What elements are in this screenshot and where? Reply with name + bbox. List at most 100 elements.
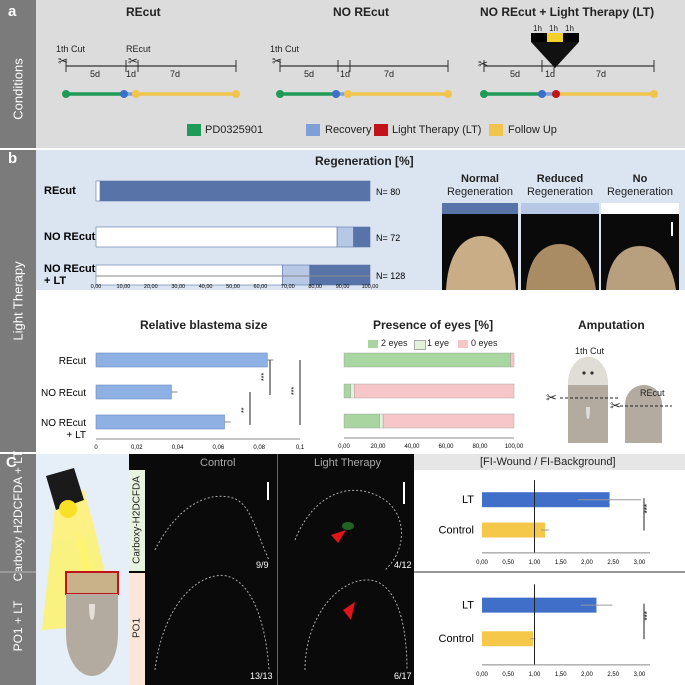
- tick-label: 80,00: [308, 284, 322, 290]
- photo-title-reduced: Reduced Regeneration: [521, 173, 599, 199]
- row2-label: PO1: [131, 617, 143, 639]
- tick-label: 0,02: [131, 445, 143, 451]
- category-label: NO REcut: [44, 263, 96, 275]
- tick-label: 40,00: [199, 284, 213, 290]
- tick-label: 70,00: [281, 284, 295, 290]
- photo-title-no-sub: Regeneration: [606, 186, 674, 198]
- tick-label: 90,00: [336, 284, 350, 290]
- bar-segment: [343, 413, 380, 429]
- tick-label: 2,50: [607, 560, 619, 566]
- d1-label-3: 1d: [545, 69, 556, 79]
- blastema-chart: REcutNO REcutNO REcut+ LT0 0,02 0,04 0,06 0,…: [41, 352, 305, 451]
- panel-b-label: b: [8, 150, 18, 167]
- tick-label: 20,00: [144, 284, 158, 290]
- n-label: N= 80: [376, 187, 400, 197]
- bar-segment: [99, 180, 371, 202]
- timeline-recut: [62, 60, 240, 98]
- bar-segment: [510, 352, 515, 368]
- category-label: REcut: [44, 185, 76, 197]
- bar-segment: [354, 383, 515, 399]
- legend-label-lt: Light Therapy (LT): [392, 124, 482, 136]
- photo-header-reduced: [521, 203, 599, 214]
- category-label: NO REcut: [41, 418, 86, 429]
- tick-label: 2,50: [607, 672, 619, 678]
- tick-label: 1,50: [555, 672, 567, 678]
- count-lt-2: 6/17: [394, 671, 412, 681]
- eyes-legend-label-0: 0 eyes: [471, 338, 498, 348]
- tick-label: 100,00: [362, 284, 379, 290]
- bar-segment: [95, 180, 101, 202]
- scissors-icon: ✂: [128, 54, 139, 68]
- h1-label-c: 1h: [565, 24, 574, 33]
- panel-c-sidebar: C Carboxy H2DCFDA + LT PO1 + LT: [0, 450, 36, 685]
- bar: [482, 522, 545, 538]
- panel-c-side-title-1: Carboxy H2DCFDA + LT: [11, 450, 25, 582]
- row1-label: Carboxy-H2DCFDA: [131, 476, 143, 564]
- ratio-title: [FI-Wound / FI-Background]: [480, 456, 616, 468]
- bar-segment: [336, 226, 354, 248]
- sig-label: ***: [643, 611, 652, 620]
- eyes-legend-label-2: 2 eyes: [381, 338, 408, 348]
- planarian-photos: [442, 214, 679, 290]
- bar-segment: [353, 226, 371, 248]
- tick-label: 2,00: [581, 560, 593, 566]
- tick-label: 100,00: [505, 444, 524, 450]
- tick-label: 3,00: [634, 672, 646, 678]
- d7-label-2: 7d: [384, 69, 395, 79]
- tick-label: 0,00: [476, 560, 488, 566]
- tick-label: 0,04: [172, 445, 184, 451]
- po1-ratio-chart: LT Control 0,00 0,50 1,00 1,50 2,00 2,50 3,00 ***: [439, 584, 652, 678]
- legend-swatch-pd: [187, 124, 201, 136]
- category-label: + LT: [44, 275, 66, 287]
- bar: [95, 352, 268, 368]
- d1-label-2: 1d: [340, 69, 351, 79]
- bar-segment: [379, 413, 384, 429]
- col-lt-title: Light Therapy: [314, 457, 382, 469]
- legend-label-followup: Follow Up: [508, 124, 557, 136]
- tick-label: 20,00: [370, 444, 386, 450]
- bar-segment: [95, 226, 338, 248]
- photo-title-no-bold: No: [632, 173, 648, 185]
- legend-swatch-recovery: [306, 124, 320, 136]
- scissors-icon: ✂: [272, 54, 283, 68]
- tick-label: 1,00: [529, 560, 541, 566]
- h1-label-a: 1h: [533, 24, 542, 33]
- eyes-title: Presence of eyes [%]: [373, 318, 494, 332]
- scissors-icon: ✂: [478, 57, 489, 71]
- bar-segment: [343, 383, 352, 399]
- tick-label: 2,00: [581, 672, 593, 678]
- legend-label-recovery: Recovery: [325, 124, 372, 136]
- bar-segment: [350, 383, 355, 399]
- d7-label-1: 7d: [170, 69, 181, 79]
- photo-title-reduced-sub: Regeneration: [526, 186, 594, 198]
- panel-a-sidebar: a Conditions: [0, 0, 36, 148]
- sig-label: ***: [643, 504, 652, 513]
- tick-label: 0,1: [296, 445, 305, 451]
- blastema-title: Relative blastema size: [140, 318, 268, 332]
- bar-segment: [95, 264, 283, 286]
- tick-label: 0,50: [502, 672, 514, 678]
- eyes-legend-swatch-1: [414, 340, 426, 350]
- scissors-icon: ✂: [546, 390, 557, 405]
- amp-recut-label: REcut: [640, 388, 665, 398]
- category-label: Control: [439, 633, 474, 645]
- photo-title-normal-sub: Regeneration: [446, 186, 514, 198]
- recut-label: REcut: [126, 44, 151, 54]
- tick-label: 10,00: [117, 284, 131, 290]
- bar: [482, 631, 533, 647]
- bar: [95, 414, 225, 430]
- cut1-label-1: 1th Cut: [56, 44, 86, 54]
- d5-label-1: 5d: [90, 69, 101, 79]
- tick-label: 0,50: [502, 560, 514, 566]
- tick-label: 1,00: [529, 672, 541, 678]
- timeline-no-recut: [276, 60, 452, 98]
- category-label: REcut: [59, 356, 86, 367]
- tick-label: 40,00: [404, 444, 420, 450]
- n-label: N= 128: [376, 271, 405, 281]
- tick-label: 30,00: [171, 284, 185, 290]
- tick-label: 1,50: [555, 560, 567, 566]
- category-label: + LT: [66, 430, 86, 441]
- d5-label-3: 5d: [510, 69, 521, 79]
- tick-label: 0,00: [338, 444, 350, 450]
- carboxy-ratio-chart: LT Control 0,00 0,50 1,00 1,50 2,00 2,50 3,00 ***: [439, 480, 652, 566]
